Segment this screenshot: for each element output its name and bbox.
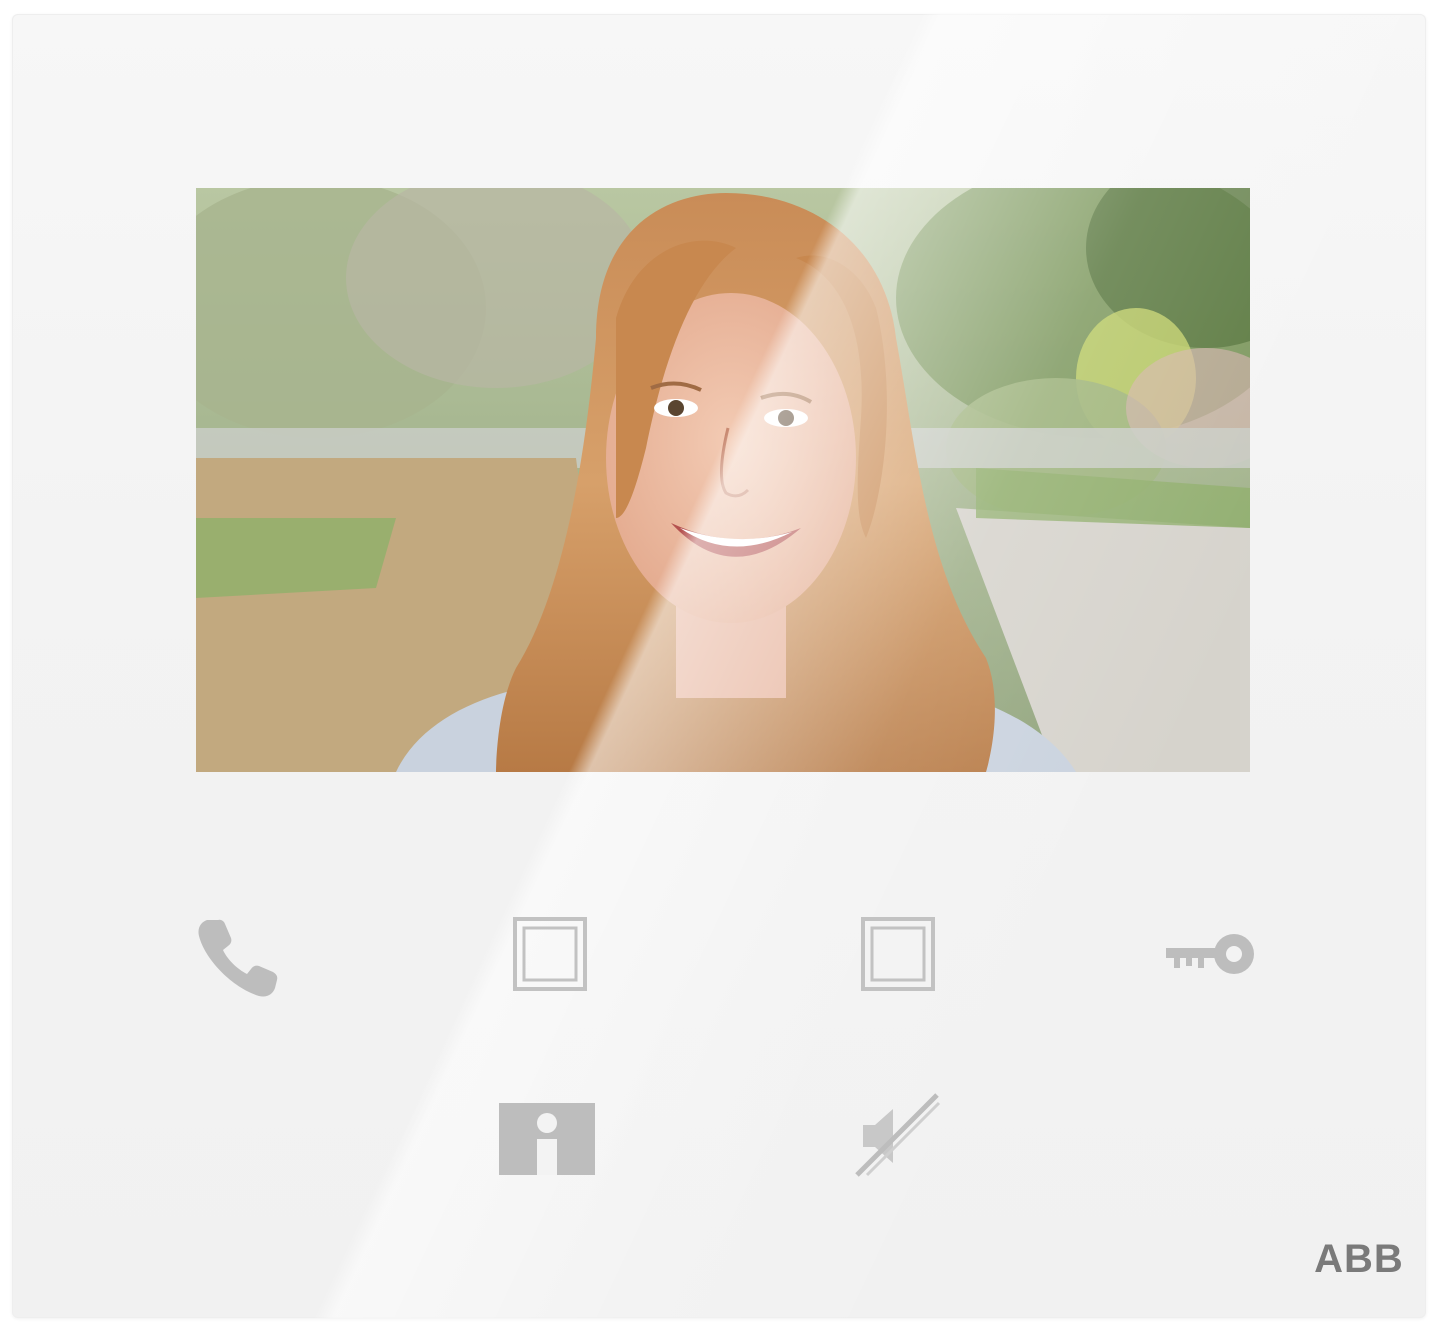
function-button-2[interactable] [838, 899, 958, 1009]
video-screen [196, 188, 1250, 772]
video-feed-icon [196, 188, 1250, 772]
door-open-button[interactable] [1150, 899, 1270, 1009]
square-icon [513, 917, 587, 991]
call-button[interactable] [178, 904, 298, 1014]
phone-icon [198, 919, 278, 997]
abb-logo: ABB [1304, 1234, 1414, 1284]
info-icon [499, 1103, 595, 1175]
brand-logo-text: ABB [1314, 1236, 1404, 1281]
mute-button[interactable] [838, 1079, 958, 1189]
intercom-panel: ABB [12, 14, 1426, 1318]
info-button[interactable] [487, 1084, 607, 1194]
key-icon [1166, 934, 1254, 974]
mute-icon [855, 1093, 941, 1177]
square-icon [861, 917, 935, 991]
function-button-1[interactable] [490, 899, 610, 1009]
